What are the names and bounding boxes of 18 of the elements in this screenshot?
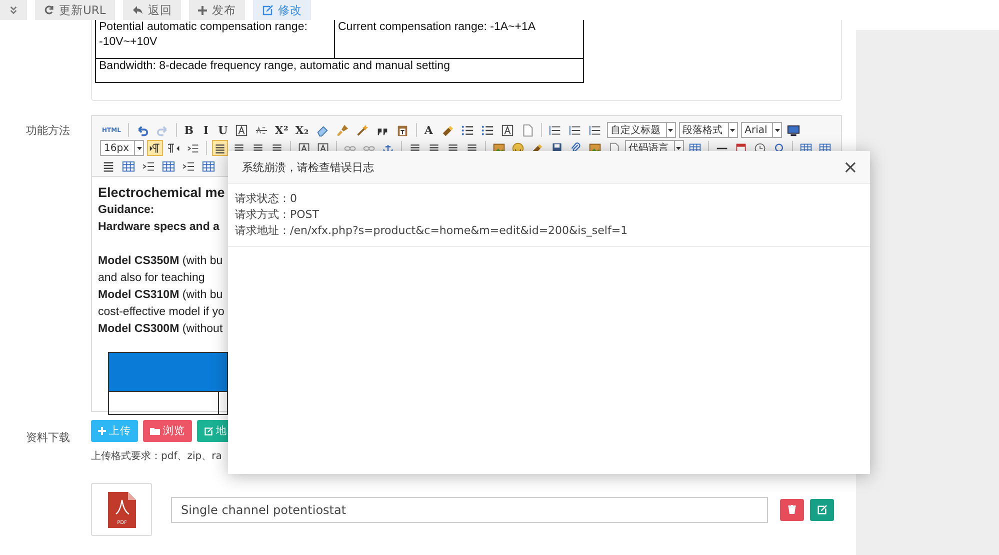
content-line: cost-effective model if yo	[98, 305, 224, 320]
table-cell: Potential automatic compensation range: -10V~+10V	[96, 20, 334, 58]
request-info: 请求地址：/en/xfx.php?s=product&c=home&m=edit&id=200&is_self=1	[235, 223, 629, 239]
request-info: 请求方式：POST	[235, 207, 320, 223]
content-line: Model CS310M (with bu	[98, 288, 223, 303]
table-cell: Current compensation range: -1A~+1A	[334, 20, 584, 58]
format-hint: 上传格式要求：pdf、zip、ra	[91, 450, 222, 463]
field-label: 资料下载	[26, 430, 70, 445]
content-line: Model CS350M (with bu	[98, 254, 223, 269]
content-heading: Electrochemical me	[98, 184, 225, 202]
field-label: 功能方法	[26, 123, 70, 138]
table-cell: Bandwidth: 8-decade frequency range, automatic and manual setting	[96, 58, 584, 82]
content-line: Model CS300M (without	[98, 322, 223, 337]
content-line: Hardware specs and a	[98, 220, 220, 235]
request-info: 请求状态：0	[235, 191, 298, 207]
content-line: and also for teaching	[98, 271, 205, 286]
dialog-title: 系统崩溃，请检查错误日志	[242, 160, 374, 174]
content-line: Guidance:	[98, 203, 154, 218]
